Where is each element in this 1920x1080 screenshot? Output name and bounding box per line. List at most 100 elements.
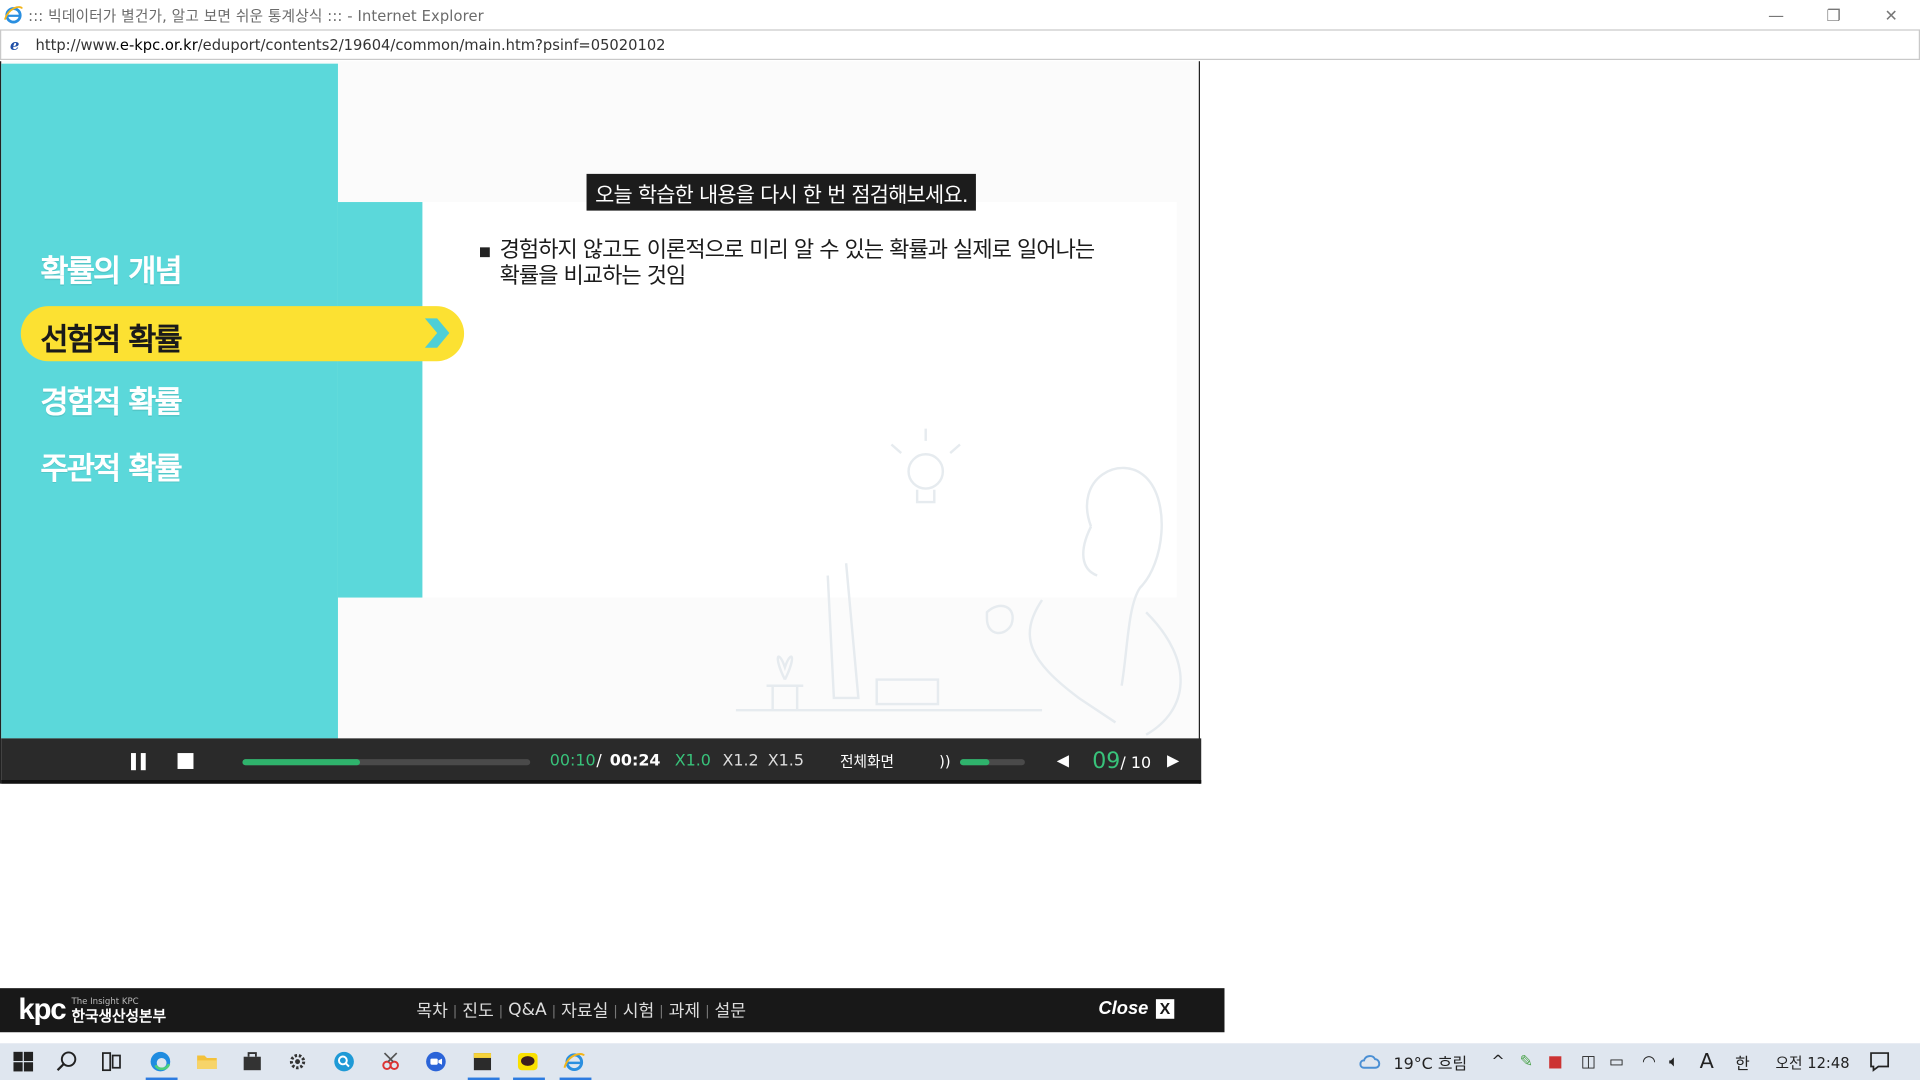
meet-now-icon[interactable]: ◫ xyxy=(1581,1043,1596,1080)
speaker-icon[interactable]: 🔈︎ xyxy=(1669,1043,1679,1080)
speed-1-5-button[interactable]: X1.5 xyxy=(768,738,804,783)
kpc-org-name: 한국생산성본부 xyxy=(71,1007,167,1025)
menu-item-a-priori-active[interactable]: 선험적 확률 xyxy=(20,306,465,362)
nav-resources[interactable]: 자료실 xyxy=(561,998,608,1022)
nav-separator: | xyxy=(551,1002,557,1019)
ie-page-icon: e xyxy=(10,36,20,54)
lesson-player: 확률의 개념 선험적 확률 경험적 확률 주관적 확률 오늘 학습한 내용을 다… xyxy=(0,61,1202,784)
weather-text[interactable]: 19°C 흐림 xyxy=(1393,1043,1467,1080)
app-tray-icon[interactable]: ■ xyxy=(1548,1043,1563,1080)
fullscreen-button[interactable]: 전체화면 xyxy=(840,738,894,783)
ime-mode-a[interactable]: A xyxy=(1700,1043,1714,1080)
wifi-icon[interactable]: ◠ xyxy=(1642,1043,1656,1080)
pen-tray-icon[interactable]: ✎ xyxy=(1520,1043,1533,1080)
bullet-square xyxy=(480,247,490,258)
stop-icon xyxy=(177,753,194,769)
study-illustration xyxy=(735,428,1182,736)
progress-fill xyxy=(242,759,361,766)
pause-bar-icon xyxy=(140,752,146,770)
url-path: /eduport/contents2/19604/common/main.htm… xyxy=(197,36,666,54)
nav-exam[interactable]: 시험 xyxy=(623,998,655,1022)
snipping-tool-icon[interactable] xyxy=(377,1049,404,1073)
next-page-button[interactable]: ▶ xyxy=(1167,738,1179,783)
internet-explorer-icon xyxy=(4,6,23,24)
store-icon[interactable] xyxy=(239,1049,266,1073)
show-hidden-icons-chevron-icon[interactable]: ^ xyxy=(1491,1043,1504,1080)
windows-start-icon[interactable] xyxy=(10,1049,37,1073)
edge-browser-icon[interactable] xyxy=(147,1049,174,1073)
nav-qna[interactable]: Q&A xyxy=(508,1000,547,1020)
taskbar: 19°C 흐림 ^ ✎ ■ ◫ ▭ ◠ 🔈︎ A 한 오전 12:48 xyxy=(0,1043,1920,1080)
menu-item-concept[interactable]: 확률의 개념 xyxy=(40,247,182,291)
volume-icon[interactable]: )) xyxy=(939,738,950,783)
pause-button[interactable] xyxy=(131,738,151,783)
window-controls: — ❐ ✕ xyxy=(1747,0,1920,29)
kakaotalk-icon[interactable] xyxy=(514,1049,541,1073)
prev-page-button[interactable]: ◀ xyxy=(1057,738,1069,783)
url-prefix: http://www. xyxy=(35,36,120,54)
close-label: Close xyxy=(1098,997,1149,1019)
body-line-1: 경험하지 않고도 이론적으로 미리 알 수 있는 확률과 실제로 일어나는 xyxy=(499,237,1096,264)
lesson-body-text: 경험하지 않고도 이론적으로 미리 알 수 있는 확률과 실제로 일어나는 확률… xyxy=(500,238,1137,289)
speed-1-0-button[interactable]: X1.0 xyxy=(675,738,711,783)
kpc-logo: kpc The Insight KPC 한국생산성본부 xyxy=(18,993,166,1027)
nav-assignment[interactable]: 과제 xyxy=(669,998,701,1022)
volume-fill xyxy=(960,759,990,766)
pause-bar-icon xyxy=(131,752,136,770)
volume-slider[interactable] xyxy=(960,759,1025,766)
url-domain: e-kpc.or.kr xyxy=(119,36,198,54)
internet-explorer-taskbar-icon[interactable] xyxy=(561,1049,588,1073)
screen: ::: 빅데이터가 별건가, 알고 보면 쉬운 통계상식 ::: - Inter… xyxy=(0,0,1920,1080)
kpc-nav: 목차 | 진도 | Q&A | 자료실 | 시험 | 과제 | 설문 xyxy=(416,998,746,1022)
clock[interactable]: 오전 12:48 xyxy=(1776,1043,1850,1080)
nav-separator: | xyxy=(613,1002,618,1019)
notification-center-icon[interactable] xyxy=(1866,1049,1893,1073)
time-separator: / xyxy=(596,751,602,771)
address-bar[interactable]: e http://www.e-kpc.or.kr/eduport/content… xyxy=(0,29,1920,61)
magnifier-app-icon[interactable] xyxy=(331,1049,358,1073)
search-icon[interactable] xyxy=(54,1049,81,1073)
nav-toc[interactable]: 목차 xyxy=(416,998,448,1022)
menu-item-empirical[interactable]: 경험적 확률 xyxy=(40,378,182,422)
task-view-icon[interactable] xyxy=(98,1049,125,1073)
time-current: 00:10 xyxy=(549,751,596,771)
page-current: 09 xyxy=(1092,748,1121,774)
nav-progress[interactable]: 진도 xyxy=(462,998,494,1022)
close-course-button[interactable]: Close X xyxy=(1098,997,1175,1019)
nav-separator: | xyxy=(705,1002,710,1019)
stop-button[interactable] xyxy=(177,738,194,783)
kpc-logo-text: The Insight KPC 한국생산성본부 xyxy=(71,997,166,1023)
menu-item-label: 선험적 확률 xyxy=(40,322,182,358)
speed-1-2-button[interactable]: X1.2 xyxy=(722,738,758,783)
menu-panel-extension xyxy=(337,202,423,598)
battery-icon[interactable]: ▭ xyxy=(1609,1043,1624,1080)
window-titlebar: ::: 빅데이터가 별건가, 알고 보면 쉬운 통계상식 ::: - Inter… xyxy=(0,0,1920,30)
ime-mode-han[interactable]: 한 xyxy=(1735,1043,1750,1080)
sticky-notes-icon[interactable] xyxy=(469,1049,496,1073)
kpc-tagline: The Insight KPC xyxy=(71,996,139,1006)
minimize-button[interactable]: — xyxy=(1747,0,1805,32)
nav-separator: | xyxy=(659,1002,664,1019)
progress-bar[interactable] xyxy=(242,759,531,766)
nav-survey[interactable]: 설문 xyxy=(715,998,747,1022)
chevron-right-icon xyxy=(424,318,450,348)
kpc-logo-mark: kpc xyxy=(18,993,66,1027)
review-banner: 오늘 학습한 내용을 다시 한 번 점검해보세요. xyxy=(586,173,977,211)
player-controls: 00:10 / 00:24 X1.0 X1.2 X1.5 전체화면 )) ◀ 0… xyxy=(1,738,1202,784)
weather-cloud-icon[interactable] xyxy=(1357,1049,1384,1073)
body-line-2: 확률을 비교하는 것임 xyxy=(499,263,687,289)
nav-separator: | xyxy=(498,1002,504,1019)
menu-item-subjective[interactable]: 주관적 확률 xyxy=(40,444,182,488)
settings-gear-icon[interactable] xyxy=(284,1049,311,1073)
time-total: 00:24 xyxy=(609,751,661,771)
close-x-icon: X xyxy=(1155,998,1175,1019)
nav-separator: | xyxy=(452,1002,458,1019)
window-title: ::: 빅데이터가 별건가, 알고 보면 쉬운 통계상식 ::: - Inter… xyxy=(28,6,484,24)
kpc-footer: kpc The Insight KPC 한국생산성본부 목차 | 진도 | Q&A |… xyxy=(0,988,1225,1033)
restore-button[interactable]: ❐ xyxy=(1805,0,1863,32)
address-url[interactable]: http://www.e-kpc.or.kr/eduport/contents2… xyxy=(36,36,666,53)
zoom-app-icon[interactable] xyxy=(422,1049,449,1073)
close-window-button[interactable]: ✕ xyxy=(1862,0,1920,32)
page-total: / 10 xyxy=(1120,753,1152,773)
file-explorer-icon[interactable] xyxy=(193,1049,220,1073)
